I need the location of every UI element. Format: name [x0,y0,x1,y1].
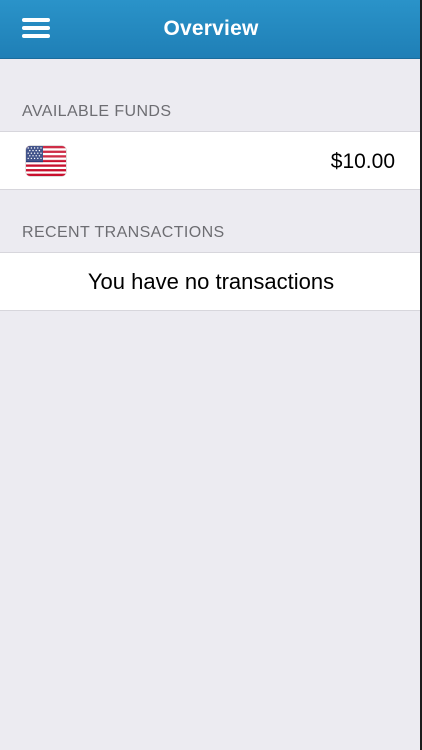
overview-screen: Overview AVAILABLE FUNDS $10.00 RECENT T… [0,0,422,750]
funds-row[interactable]: $10.00 [0,131,422,190]
transactions-empty-row: You have no transactions [0,252,422,311]
page-title: Overview [163,17,259,40]
available-balance: $10.00 [330,150,395,173]
top-navigation-bar: Overview [0,0,422,59]
no-transactions-message: You have no transactions [87,269,335,294]
us-flag-icon [26,146,66,176]
recent-transactions-header: RECENT TRANSACTIONS [22,224,225,241]
available-funds-header: AVAILABLE FUNDS [22,103,172,120]
